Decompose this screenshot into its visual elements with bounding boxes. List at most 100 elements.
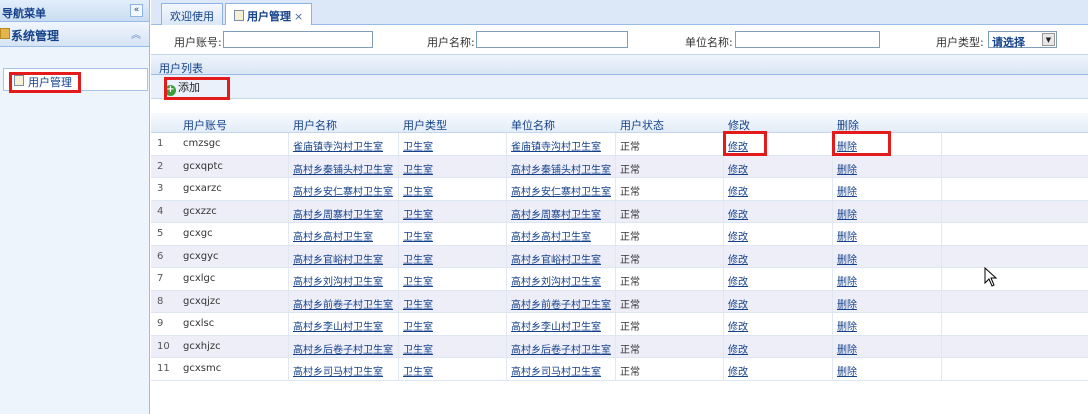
table-row[interactable]: 2 gcxqptc 高村乡秦铺头村卫生室 卫生室 高村乡秦铺头村卫生室 正常 修改 删除 — [151, 155, 1088, 178]
mouse-cursor-icon — [984, 267, 998, 287]
column-divider — [288, 358, 289, 380]
table-row[interactable]: 5 gcxgc 高村乡高村卫生室 卫生室 高村乡高村卫生室 正常 修改 删除 — [151, 223, 1088, 246]
cell-name[interactable]: 高村乡司马村卫生室 — [293, 363, 383, 378]
name-input[interactable] — [476, 31, 628, 48]
cell-type[interactable]: 卫生室 — [403, 183, 433, 198]
cell-name[interactable]: 高村乡周寨村卫生室 — [293, 206, 383, 221]
table-row[interactable]: 3 gcxarzc 高村乡安仁寨村卫生室 卫生室 高村乡安仁寨村卫生室 正常 修改 删除 — [151, 178, 1088, 201]
edit-link[interactable]: 修改 — [728, 206, 748, 221]
cell-name[interactable]: 高村乡刘沟村卫生室 — [293, 273, 383, 288]
user-type-selected: 请选择 — [992, 36, 1025, 49]
cell-unit[interactable]: 雀庙镇寺沟村卫生室 — [511, 138, 601, 153]
cell-name[interactable]: 高村乡后卷子村卫生室 — [293, 341, 393, 356]
column-header-name[interactable]: 用户名称 — [293, 117, 337, 133]
table-row[interactable]: 9 gcxlsc 高村乡李山村卫生室 卫生室 高村乡李山村卫生室 正常 修改 删除 — [151, 313, 1088, 336]
cell-name[interactable]: 高村乡李山村卫生室 — [293, 318, 383, 333]
cell-unit[interactable]: 高村乡后卷子村卫生室 — [511, 341, 611, 356]
cell-type[interactable]: 卫生室 — [403, 251, 433, 266]
cell-type[interactable]: 卫生室 — [403, 296, 433, 311]
delete-link[interactable]: 删除 — [837, 206, 857, 221]
column-divider — [288, 155, 289, 177]
cell-unit[interactable]: 高村乡官峪村卫生室 — [511, 251, 601, 266]
edit-link[interactable]: 修改 — [728, 363, 748, 378]
cell-unit[interactable]: 高村乡李山村卫生室 — [511, 318, 601, 333]
cell-unit[interactable]: 高村乡刘沟村卫生室 — [511, 273, 601, 288]
table-row[interactable]: 10 gcxhjzc 高村乡后卷子村卫生室 卫生室 高村乡后卷子村卫生室 正常 修改 删除 — [151, 335, 1088, 358]
cell-unit[interactable]: 高村乡秦铺头村卫生室 — [511, 161, 611, 176]
column-header-account[interactable]: 用户账号 — [183, 117, 227, 133]
cell-status: 正常 — [620, 164, 640, 176]
delete-link[interactable]: 删除 — [837, 228, 857, 243]
double-chevron-left-icon[interactable]: « — [130, 4, 143, 17]
column-divider — [506, 155, 507, 177]
delete-link[interactable]: 删除 — [837, 341, 857, 356]
name-label: 用户名称: — [427, 36, 475, 49]
edit-link[interactable]: 修改 — [728, 161, 748, 176]
cell-type[interactable]: 卫生室 — [403, 363, 433, 378]
edit-link[interactable]: 修改 — [728, 183, 748, 198]
delete-link[interactable]: 删除 — [837, 318, 857, 333]
delete-link[interactable]: 删除 — [837, 251, 857, 266]
edit-link[interactable]: 修改 — [728, 228, 748, 243]
edit-link[interactable]: 修改 — [728, 341, 748, 356]
column-divider — [941, 290, 942, 312]
nav-group-header[interactable]: 系统管理 ︽ — [0, 22, 149, 47]
cell-unit[interactable]: 高村乡周寨村卫生室 — [511, 206, 601, 221]
cell-name[interactable]: 高村乡高村卫生室 — [293, 228, 373, 243]
highlight-box — [164, 77, 230, 100]
column-divider — [832, 200, 833, 222]
cell-type[interactable]: 卫生室 — [403, 161, 433, 176]
cell-type[interactable]: 卫生室 — [403, 273, 433, 288]
column-divider — [723, 358, 724, 380]
unit-input[interactable] — [735, 31, 880, 48]
user-type-select[interactable]: 请选择 ▼ — [988, 31, 1057, 49]
double-chevron-up-icon[interactable]: ︽ — [131, 26, 141, 41]
cell-unit[interactable]: 高村乡前卷子村卫生室 — [511, 296, 611, 311]
cell-name[interactable]: 高村乡安仁寨村卫生室 — [293, 183, 393, 198]
table-row[interactable]: 4 gcxzzc 高村乡周寨村卫生室 卫生室 高村乡周寨村卫生室 正常 修改 删除 — [151, 200, 1088, 223]
cell-status: 正常 — [620, 232, 640, 243]
search-form: 用户账号: 用户名称: 单位名称: 用户类型: 请选择 ▼ — [151, 25, 1088, 55]
column-divider — [832, 358, 833, 380]
edit-link[interactable]: 修改 — [728, 273, 748, 288]
cell-name[interactable]: 高村乡前卷子村卫生室 — [293, 296, 393, 311]
cell-unit[interactable]: 高村乡司马村卫生室 — [511, 363, 601, 378]
edit-link[interactable]: 修改 — [728, 251, 748, 266]
cell-type[interactable]: 卫生室 — [403, 228, 433, 243]
cell-unit[interactable]: 高村乡安仁寨村卫生室 — [511, 183, 611, 198]
sidebar-item-user-management[interactable]: 用户管理 — [3, 68, 148, 93]
delete-link[interactable]: 删除 — [837, 183, 857, 198]
delete-link[interactable]: 删除 — [837, 273, 857, 288]
column-header-unit[interactable]: 单位名称 — [511, 117, 555, 133]
cell-type[interactable]: 卫生室 — [403, 318, 433, 333]
tab-welcome[interactable]: 欢迎使用 — [161, 3, 223, 25]
close-icon[interactable]: × — [294, 10, 303, 23]
table-row[interactable]: 8 gcxqjzc 高村乡前卷子村卫生室 卫生室 高村乡前卷子村卫生室 正常 修改 删除 — [151, 290, 1088, 313]
table-row[interactable]: 6 gcxgyc 高村乡官峪村卫生室 卫生室 高村乡官峪村卫生室 正常 修改 删除 — [151, 245, 1088, 268]
column-divider — [506, 358, 507, 380]
row-number: 9 — [157, 318, 164, 329]
edit-link[interactable]: 修改 — [728, 318, 748, 333]
nav-group-title: 系统管理 — [11, 29, 60, 43]
delete-link[interactable]: 删除 — [837, 296, 857, 311]
cell-unit[interactable]: 高村乡高村卫生室 — [511, 228, 591, 243]
cell-name[interactable]: 高村乡秦铺头村卫生室 — [293, 161, 393, 176]
chevron-down-icon[interactable]: ▼ — [1042, 33, 1055, 46]
column-divider — [723, 178, 724, 200]
edit-link[interactable]: 修改 — [728, 296, 748, 311]
table-row[interactable]: 1 cmzsgc 雀庙镇寺沟村卫生室 卫生室 雀庙镇寺沟村卫生室 正常 修改 删除 — [151, 131, 1088, 156]
account-input[interactable] — [223, 31, 373, 48]
column-divider — [941, 313, 942, 335]
cell-type[interactable]: 卫生室 — [403, 138, 433, 153]
column-header-status[interactable]: 用户状态 — [620, 117, 664, 133]
cell-name[interactable]: 高村乡官峪村卫生室 — [293, 251, 383, 266]
cell-name[interactable]: 雀庙镇寺沟村卫生室 — [293, 138, 383, 153]
cell-type[interactable]: 卫生室 — [403, 206, 433, 221]
column-header-type[interactable]: 用户类型 — [403, 117, 447, 133]
tab-user-management[interactable]: 用户管理 × — [225, 3, 313, 26]
table-row[interactable]: 7 gcxlgc 高村乡刘沟村卫生室 卫生室 高村乡刘沟村卫生室 正常 修改 删除 — [151, 268, 1088, 291]
table-row[interactable]: 11 gcxsmc 高村乡司马村卫生室 卫生室 高村乡司马村卫生室 正常 修改 删除 — [151, 358, 1088, 381]
delete-link[interactable]: 删除 — [837, 161, 857, 176]
delete-link[interactable]: 删除 — [837, 363, 857, 378]
cell-type[interactable]: 卫生室 — [403, 341, 433, 356]
